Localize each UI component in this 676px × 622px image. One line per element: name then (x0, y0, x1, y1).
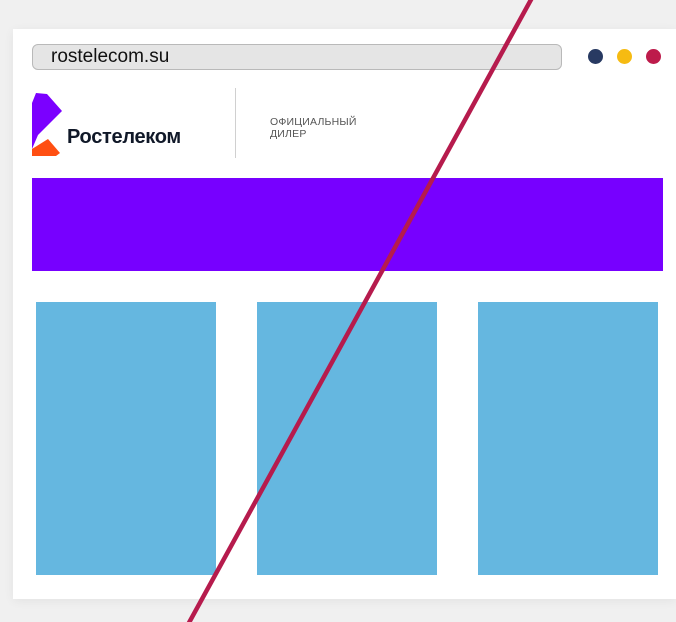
window-dot-1[interactable] (588, 49, 603, 64)
header-divider (235, 88, 236, 158)
window-dot-3[interactable] (646, 49, 661, 64)
rostelecom-logo-icon (32, 93, 62, 156)
rostelecom-logo[interactable]: Ростелеком (32, 93, 222, 158)
brand-name: Ростелеком (67, 126, 181, 148)
content-card-1 (36, 302, 216, 575)
address-bar[interactable]: rostelecom.su (32, 44, 562, 70)
address-url: rostelecom.su (51, 46, 170, 67)
dealer-line-1: ОФИЦИАЛЬНЫЙ (270, 116, 357, 128)
dealer-line-2: ДИЛЕР (270, 128, 307, 140)
hero-banner (32, 178, 663, 271)
logo-orange-shape (32, 139, 60, 156)
window-controls (588, 49, 664, 65)
window-dot-2[interactable] (617, 49, 632, 64)
content-card-2 (257, 302, 437, 575)
content-card-3 (478, 302, 658, 575)
dealer-label: ОФИЦИАЛЬНЫЙ ДИЛЕР (270, 116, 420, 140)
